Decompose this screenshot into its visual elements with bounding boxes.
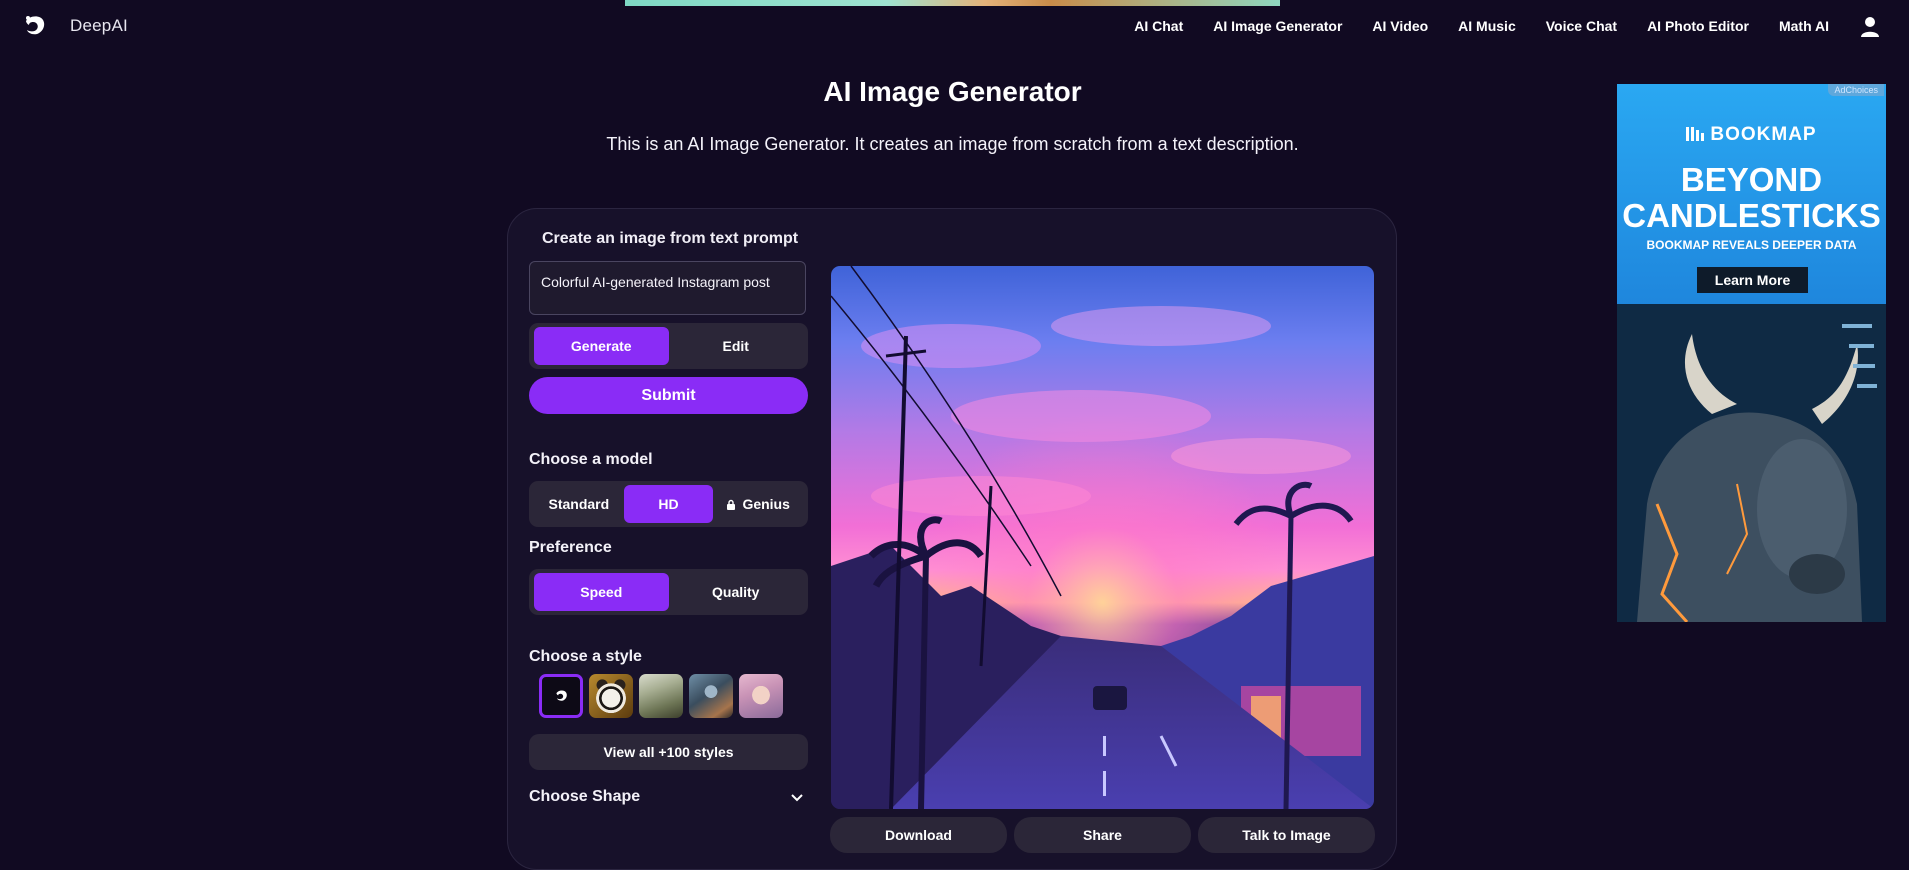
user-account-icon[interactable] — [1860, 16, 1880, 38]
model-hd[interactable]: HD — [623, 485, 714, 523]
nav-ai-photo-editor[interactable]: AI Photo Editor — [1647, 18, 1749, 34]
style-portrait-thumb[interactable] — [739, 674, 783, 718]
nav-ai-music[interactable]: AI Music — [1458, 18, 1516, 34]
preference-speed[interactable]: Speed — [534, 573, 669, 611]
ad-learn-more-button[interactable]: Learn More — [1697, 267, 1808, 293]
style-default-thumb[interactable] — [539, 674, 583, 718]
shape-label: Choose Shape — [529, 788, 641, 805]
submit-button[interactable]: Submit — [529, 377, 808, 414]
bookmap-logo-icon — [1686, 127, 1705, 141]
view-all-styles-button[interactable]: View all +100 styles — [529, 734, 808, 770]
nav-ai-image-generator[interactable]: AI Image Generator — [1213, 18, 1342, 34]
generated-image[interactable] — [831, 266, 1374, 809]
chevron-down-icon — [791, 794, 803, 802]
download-button[interactable]: Download — [830, 817, 1007, 853]
bull-illustration — [1617, 304, 1886, 622]
ad-tagline: BOOKMAP REVEALS DEEPER DATA — [1646, 238, 1857, 252]
model-selector: Standard HD Genius — [529, 481, 808, 527]
card-title: Create an image from text prompt — [542, 230, 799, 247]
lock-icon — [727, 499, 736, 510]
style-panda-thumb[interactable] — [589, 674, 633, 718]
brand-link[interactable]: DeepAI — [20, 12, 128, 40]
ad-headline: BEYOND CANDLESTICKS — [1617, 162, 1886, 234]
adchoices-label[interactable]: AdChoices — [1828, 84, 1884, 96]
nav-ai-chat[interactable]: AI Chat — [1134, 18, 1183, 34]
site-header: DeepAI AI Chat AI Image Generator AI Vid… — [0, 0, 1909, 56]
street-sunset-illustration — [831, 266, 1374, 809]
model-genius-label: Genius — [742, 496, 790, 512]
ad-headline-line-2: CANDLESTICKS — [1622, 197, 1881, 234]
nav-math-ai[interactable]: Math AI — [1779, 18, 1829, 34]
talk-to-image-button[interactable]: Talk to Image — [1198, 817, 1375, 853]
deepai-logo-icon — [26, 16, 45, 35]
ad-headline-line-1: BEYOND — [1680, 161, 1823, 198]
side-ad-bookmap[interactable]: AdChoices BOOKMAP BEYOND CANDLESTICKS BO… — [1617, 84, 1886, 622]
preference-selector: Speed Quality — [529, 569, 808, 615]
deepai-logo-icon — [556, 690, 567, 701]
choose-shape-toggle[interactable]: Choose Shape — [529, 788, 808, 808]
nav-voice-chat[interactable]: Voice Chat — [1546, 18, 1617, 34]
share-button[interactable]: Share — [1014, 817, 1191, 853]
nav-ai-video[interactable]: AI Video — [1372, 18, 1428, 34]
style-label: Choose a style — [529, 648, 642, 665]
main-nav: AI Chat AI Image Generator AI Video AI M… — [1104, 18, 1829, 34]
ad-brand-text: BOOKMAP — [1710, 124, 1817, 145]
preference-label: Preference — [529, 539, 612, 556]
generate-tab[interactable]: Generate — [534, 327, 669, 365]
model-standard[interactable]: Standard — [534, 485, 624, 523]
model-label: Choose a model — [529, 451, 653, 468]
prompt-input[interactable]: Colorful AI-generated Instagram post — [529, 261, 806, 315]
brand-name: DeepAI — [70, 16, 128, 35]
model-genius[interactable]: Genius — [713, 485, 803, 523]
ad-brand: BOOKMAP — [1617, 124, 1886, 146]
edit-tab[interactable]: Edit — [669, 327, 804, 365]
preference-quality[interactable]: Quality — [669, 573, 804, 611]
mode-toggle: Generate Edit — [529, 323, 808, 369]
style-thumbnails — [539, 674, 789, 718]
style-robot-thumb[interactable] — [689, 674, 733, 718]
style-forest-thumb[interactable] — [639, 674, 683, 718]
